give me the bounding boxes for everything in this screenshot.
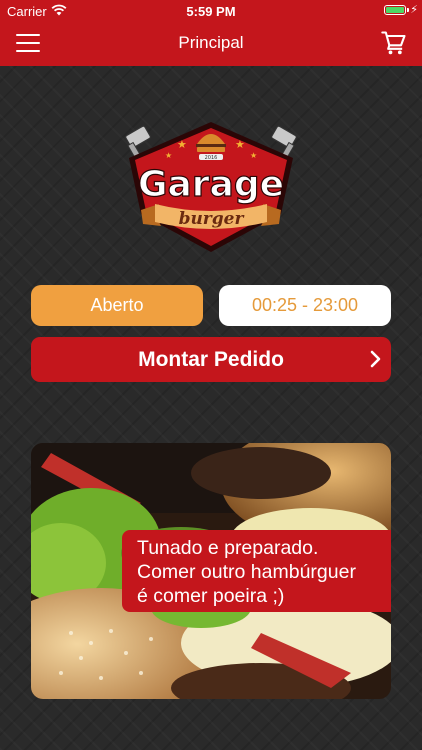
store-status-badge: Aberto	[31, 285, 203, 326]
promo-line: é comer poeira ;)	[137, 585, 285, 607]
battery-icon	[384, 5, 406, 15]
opening-hours: 00:25 - 23:00	[219, 285, 391, 326]
garage-burger-logo: ★ ★ ★ ★ 2016 Garage burger	[125, 122, 297, 252]
promo-caption: Tunado e preparado. Comer outro hambúrgu…	[122, 530, 391, 612]
charging-icon: ⚡	[410, 4, 418, 16]
promo-line: Tunado e preparado.	[137, 537, 319, 559]
status-bar: Carrier 5:59 PM ⚡	[0, 0, 422, 22]
svg-text:★: ★	[250, 151, 257, 160]
build-order-label: Montar Pedido	[138, 347, 284, 371]
shopping-cart-icon[interactable]	[380, 29, 408, 57]
logo-name: Garage	[138, 164, 284, 205]
clock: 5:59 PM	[186, 4, 236, 19]
svg-text:2016: 2016	[205, 155, 218, 161]
promo-banner[interactable]: Tunado e preparado. Comer outro hambúrgu…	[31, 443, 391, 699]
svg-text:★: ★	[165, 151, 172, 160]
build-order-button[interactable]: Montar Pedido	[31, 337, 391, 382]
logo-tagline: burger	[179, 209, 245, 229]
navigation-bar: Principal	[0, 22, 422, 66]
page-title: Principal	[178, 33, 244, 52]
promo-line: Comer outro hambúrguer	[137, 561, 356, 583]
svg-text:★: ★	[235, 138, 245, 151]
svg-text:★: ★	[177, 138, 187, 151]
chevron-right-icon	[370, 350, 381, 368]
